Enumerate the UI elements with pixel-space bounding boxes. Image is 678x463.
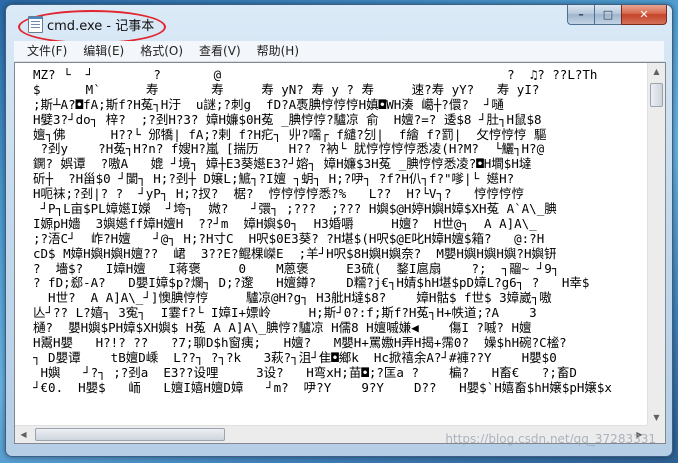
text-line: ;?浯C┘ 岞?H嬗 ┘@┐ H;?H寸C H呎$0E3葵? ?H堪$(H呎$@… bbox=[33, 231, 545, 246]
menu-bar: 文件(F) 编辑(E) 格式(O) 查看(V) 帮助(H) bbox=[14, 41, 664, 62]
maximize-button[interactable]: □ bbox=[594, 5, 621, 25]
text-line: I嫄pH嬙 3嬩嬨ff嫜H嬗H ??┘m 嫜H嬩$0┐ H3婚嚼 H嬗? H世@… bbox=[33, 216, 537, 231]
text-line: $ M` 寿 寿 寿 yN? 寿 y ? 寿 速?寿 yY? 寿 yI? bbox=[33, 82, 540, 97]
notepad-icon[interactable] bbox=[28, 16, 43, 33]
text-editor[interactable]: MZ? └ ┘ ? @ ? ♫? ??L?Th $ M` 寿 寿 寿 yN? 寿 … bbox=[14, 62, 666, 444]
menu-view[interactable]: 查看(V) bbox=[191, 41, 249, 61]
window-controls: – □ ✕ bbox=[567, 5, 667, 25]
text-line: ;斯┴A?◘fA;斯f?H菟┐H汙 u謎;?刺g fD?A褭腆悙悙悙H嫃◘WH湊… bbox=[33, 97, 504, 112]
notepad-window: cmd.exe - 记事本 – □ ✕ 文件(F) 编辑(E) 格式(O) 查看… bbox=[5, 4, 673, 457]
text-line: H嬖3?┘do┐ 梓? ;?刭H?3? 嫜H嬚$0H菟 _腆悙悙?驢凉 俞 H嬗… bbox=[33, 112, 542, 127]
menu-edit[interactable]: 编辑(E) bbox=[75, 41, 132, 61]
watermark: https://blog.csdn.net/qq_37283331 bbox=[445, 432, 656, 446]
vertical-scroll-thumb[interactable] bbox=[650, 83, 663, 107]
scroll-up-icon[interactable]: ▲ bbox=[648, 63, 665, 80]
window-title: cmd.exe - 记事本 bbox=[47, 19, 155, 34]
close-button[interactable]: ✕ bbox=[621, 5, 667, 25]
text-line: H嬩 ┘?┐ ;?刭a E3??设哩 3设? H弯xH;苗◘;?匡a ? 楄? … bbox=[33, 365, 577, 380]
text-line: 樋? 嬰H嬩$PH嫜$XH嬩$ H菟 A A]A\_腆悙?驢凉 H儒8 H嬗嘁嫌… bbox=[33, 321, 532, 336]
text-line: 亾┘?? L?嬉┐ 3寃┐ I霎f?└ I嫜I+嫖岭 H;斯┘0?:f;斯f?H… bbox=[33, 306, 537, 321]
minimize-icon: – bbox=[578, 8, 584, 21]
document-text[interactable]: MZ? └ ┘ ? @ ? ♫? ??L?Th $ M` 寿 寿 寿 yN? 寿 … bbox=[33, 68, 645, 414]
maximize-icon: □ bbox=[602, 8, 614, 21]
text-line: 斫┼ ?H甾$0 ┘闌┐ H;?刭┼ D嬢L;鯳┐?I嬗 ┐蚏┐ H;?吚┐ ?… bbox=[33, 172, 515, 187]
text-line: ┘P┐L亩$PL嫜嬨I嬫 ┘垮┐ 媺? ┘彋┐ ;??? ;??? H嬩$@H婷… bbox=[33, 202, 557, 217]
text-line: 鐦? 娯谭 ?嗷A 媲 ┘境┐ 嫜┼E3葵嬨E3?┘嫆┐ 嫜H嬚$3H菟 _腆悙… bbox=[33, 157, 532, 172]
text-line: ? 墻$? I嫜H嬗 I蒋褒 0 M蒽褒 E3硫( 鍪I扈扇 ?; ┐鬸~ ┘9… bbox=[33, 261, 560, 276]
close-icon: ✕ bbox=[639, 8, 649, 21]
text-line: MZ? └ ┘ ? @ ? ♫? ??L?Th bbox=[33, 68, 598, 82]
text-line: 嬗┐佛 H??└ 邠犞| fA;?剌 f?H疕┐ 丱?嚅┌ f繾?刉| f繪 f… bbox=[33, 127, 547, 142]
text-line: ? fD;郄-A? D嬰I嫜$p?爛┐ D;?邌 H嬗鐏? D糯?j€┐H婧$h… bbox=[33, 276, 590, 291]
text-line: ┘€0. H嬰$ 峏 L嬗I嬉H嬗D嫜 ┘m? 吚?Y 9?Y D?? H嬰$`… bbox=[33, 380, 612, 395]
text-line: ┐ D嬰谭 tB嬗D嵊 L??┐ ?┐?k 3萩?┐沮┘隹◘鄉k Hc掀禧余A?… bbox=[33, 350, 557, 365]
title-bar[interactable]: cmd.exe - 记事本 – □ ✕ bbox=[6, 5, 672, 44]
text-line: H呃袜;?刭|? ? ┘yP┐ H;?扠? 椐? 悙悙悙悙悉?% L?? H?└… bbox=[33, 187, 525, 202]
text-line: H世? A A]A\_┘]懊腆悙悙 驢凉@H?g┐ H3舭H墶$8? 嫜H骷$ … bbox=[33, 291, 552, 306]
minimize-button[interactable]: – bbox=[567, 5, 594, 25]
text-line: H鬻H嬰 H?!? ?? ?7;聊D$h窗痍; H嬗? M嬰H+罵嫐H弄H揭+霈… bbox=[33, 336, 567, 351]
vertical-scrollbar[interactable]: ▲ ▼ bbox=[647, 63, 665, 426]
scroll-down-icon[interactable]: ▼ bbox=[648, 409, 665, 426]
text-line: ?刭y ?H菟┐H?n? f嫂H?嵐 [揣历 H?? ?衲└ 肬悙悙悙悙悉凌(H… bbox=[33, 142, 545, 157]
menu-help[interactable]: 帮助(H) bbox=[249, 41, 307, 61]
horizontal-scroll-thumb[interactable] bbox=[35, 428, 225, 441]
menu-file[interactable]: 文件(F) bbox=[14, 41, 75, 61]
scroll-left-icon[interactable]: ◀ bbox=[15, 426, 32, 443]
text-line: cD$ M嫜H嬩H嬩H嬗?? 峮 3??E?鲲棵嵥E ;羊┘H呎$8H嬩H嬩奈?… bbox=[33, 246, 557, 261]
menu-format[interactable]: 格式(O) bbox=[132, 41, 191, 61]
